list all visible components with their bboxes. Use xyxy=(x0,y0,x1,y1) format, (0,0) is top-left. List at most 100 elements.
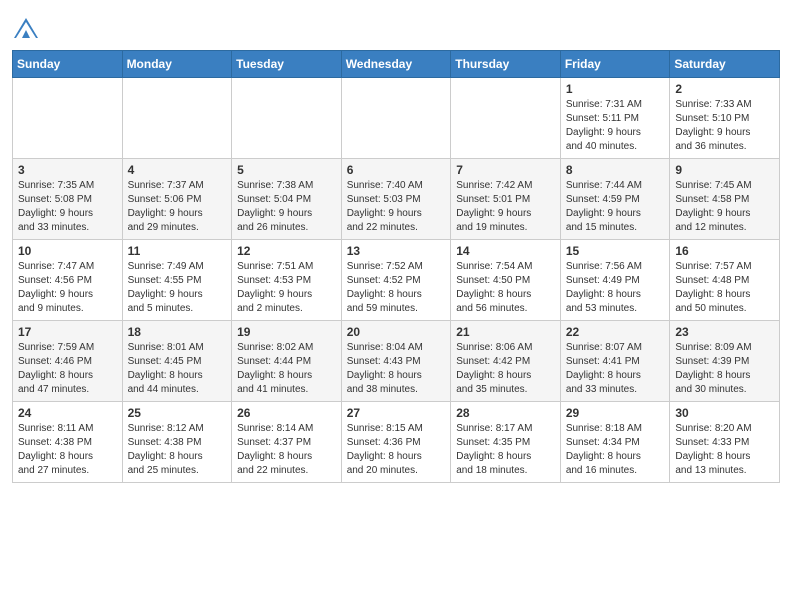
weekday-header-sunday: Sunday xyxy=(13,51,123,78)
calendar-cell xyxy=(451,78,561,159)
day-info: Sunrise: 7:52 AMSunset: 4:52 PMDaylight:… xyxy=(347,260,447,316)
day-info: Sunrise: 8:04 AMSunset: 4:43 PMDaylight:… xyxy=(347,341,447,397)
day-number: 22 xyxy=(566,325,666,339)
calendar-cell: 7 Sunrise: 7:42 AMSunset: 5:01 PMDaylight… xyxy=(451,159,561,240)
calendar-cell: 4 Sunrise: 7:37 AMSunset: 5:06 PMDaylight… xyxy=(122,159,232,240)
calendar-cell: 18Sunrise: 8:01 AMSunset: 4:45 PMDayligh… xyxy=(122,321,232,402)
calendar-cell: 14 Sunrise: 7:54 AMSunset: 4:50 PMDayligh… xyxy=(451,240,561,321)
logo xyxy=(12,14,42,44)
calendar-cell: 26 Sunrise: 8:14 AMSunset: 4:37 PMDayligh… xyxy=(232,402,342,483)
calendar-week-row: 24 Sunrise: 8:11 AMSunset: 4:38 PMDayligh… xyxy=(13,402,780,483)
day-number: 11 xyxy=(128,244,228,258)
day-number: 18 xyxy=(128,325,228,339)
day-number: 8 xyxy=(566,163,666,177)
calendar-cell: 10 Sunrise: 7:47 AMSunset: 4:56 PMDayligh… xyxy=(13,240,123,321)
day-number: 19 xyxy=(237,325,337,339)
day-number: 26 xyxy=(237,406,337,420)
day-info: Sunrise: 8:15 AMSunset: 4:36 PMDaylight:… xyxy=(347,422,447,478)
day-info: Sunrise: 8:12 AMSunset: 4:38 PMDaylight:… xyxy=(128,422,228,478)
header xyxy=(12,10,780,44)
day-number: 10 xyxy=(18,244,118,258)
calendar-week-row: 1 Sunrise: 7:31 AMSunset: 5:11 PMDaylight… xyxy=(13,78,780,159)
calendar-cell: 3Sunrise: 7:35 AMSunset: 5:08 PMDaylight… xyxy=(13,159,123,240)
calendar-cell: 28Sunrise: 8:17 AMSunset: 4:35 PMDayligh… xyxy=(451,402,561,483)
calendar-cell: 13 Sunrise: 7:52 AMSunset: 4:52 PMDayligh… xyxy=(341,240,451,321)
day-info: Sunrise: 8:06 AMSunset: 4:42 PMDaylight:… xyxy=(456,341,556,397)
day-number: 17 xyxy=(18,325,118,339)
day-info: Sunrise: 8:18 AMSunset: 4:34 PMDaylight:… xyxy=(566,422,666,478)
day-number: 30 xyxy=(675,406,775,420)
weekday-header-thursday: Thursday xyxy=(451,51,561,78)
day-info: Sunrise: 7:40 AMSunset: 5:03 PMDaylight:… xyxy=(347,179,447,235)
day-number: 15 xyxy=(566,244,666,258)
calendar-week-row: 10 Sunrise: 7:47 AMSunset: 4:56 PMDayligh… xyxy=(13,240,780,321)
day-number: 2 xyxy=(675,82,775,96)
day-info: Sunrise: 8:14 AMSunset: 4:37 PMDaylight:… xyxy=(237,422,337,478)
weekday-header-saturday: Saturday xyxy=(670,51,780,78)
calendar-cell: 24 Sunrise: 8:11 AMSunset: 4:38 PMDayligh… xyxy=(13,402,123,483)
day-number: 29 xyxy=(566,406,666,420)
calendar-cell: 27 Sunrise: 8:15 AMSunset: 4:36 PMDayligh… xyxy=(341,402,451,483)
calendar-cell: 21 Sunrise: 8:06 AMSunset: 4:42 PMDayligh… xyxy=(451,321,561,402)
day-info: Sunrise: 7:56 AMSunset: 4:49 PMDaylight:… xyxy=(566,260,666,316)
day-number: 7 xyxy=(456,163,556,177)
day-info: Sunrise: 8:20 AMSunset: 4:33 PMDaylight:… xyxy=(675,422,775,478)
weekday-header-tuesday: Tuesday xyxy=(232,51,342,78)
weekday-header-friday: Friday xyxy=(560,51,670,78)
day-number: 12 xyxy=(237,244,337,258)
day-info: Sunrise: 7:47 AMSunset: 4:56 PMDaylight:… xyxy=(18,260,118,316)
calendar-week-row: 17 Sunrise: 7:59 AMSunset: 4:46 PMDayligh… xyxy=(13,321,780,402)
day-info: Sunrise: 8:17 AMSunset: 4:35 PMDaylight:… xyxy=(456,422,556,478)
calendar-cell: 17 Sunrise: 7:59 AMSunset: 4:46 PMDayligh… xyxy=(13,321,123,402)
calendar-cell: 8 Sunrise: 7:44 AMSunset: 4:59 PMDaylight… xyxy=(560,159,670,240)
day-info: Sunrise: 7:31 AMSunset: 5:11 PMDaylight:… xyxy=(566,98,666,154)
day-number: 16 xyxy=(675,244,775,258)
day-number: 20 xyxy=(347,325,447,339)
day-number: 13 xyxy=(347,244,447,258)
day-info: Sunrise: 7:54 AMSunset: 4:50 PMDaylight:… xyxy=(456,260,556,316)
day-info: Sunrise: 8:07 AMSunset: 4:41 PMDaylight:… xyxy=(566,341,666,397)
day-info: Sunrise: 8:02 AMSunset: 4:44 PMDaylight:… xyxy=(237,341,337,397)
day-info: Sunrise: 7:44 AMSunset: 4:59 PMDaylight:… xyxy=(566,179,666,235)
calendar-cell: 9 Sunrise: 7:45 AMSunset: 4:58 PMDaylight… xyxy=(670,159,780,240)
day-number: 27 xyxy=(347,406,447,420)
day-number: 9 xyxy=(675,163,775,177)
calendar-cell: 5 Sunrise: 7:38 AMSunset: 5:04 PMDaylight… xyxy=(232,159,342,240)
calendar-cell: 19 Sunrise: 8:02 AMSunset: 4:44 PMDayligh… xyxy=(232,321,342,402)
day-info: Sunrise: 8:11 AMSunset: 4:38 PMDaylight:… xyxy=(18,422,118,478)
logo-icon xyxy=(12,16,40,44)
day-number: 14 xyxy=(456,244,556,258)
day-number: 5 xyxy=(237,163,337,177)
day-number: 4 xyxy=(128,163,228,177)
calendar-cell: 2 Sunrise: 7:33 AMSunset: 5:10 PMDaylight… xyxy=(670,78,780,159)
calendar-cell: 29 Sunrise: 8:18 AMSunset: 4:34 PMDayligh… xyxy=(560,402,670,483)
calendar-cell: 20 Sunrise: 8:04 AMSunset: 4:43 PMDayligh… xyxy=(341,321,451,402)
calendar-cell: 16 Sunrise: 7:57 AMSunset: 4:48 PMDayligh… xyxy=(670,240,780,321)
weekday-header-wednesday: Wednesday xyxy=(341,51,451,78)
calendar-cell xyxy=(13,78,123,159)
day-info: Sunrise: 7:45 AMSunset: 4:58 PMDaylight:… xyxy=(675,179,775,235)
calendar-week-row: 3Sunrise: 7:35 AMSunset: 5:08 PMDaylight… xyxy=(13,159,780,240)
calendar-cell: 30 Sunrise: 8:20 AMSunset: 4:33 PMDayligh… xyxy=(670,402,780,483)
day-info: Sunrise: 7:42 AMSunset: 5:01 PMDaylight:… xyxy=(456,179,556,235)
day-info: Sunrise: 7:33 AMSunset: 5:10 PMDaylight:… xyxy=(675,98,775,154)
calendar-cell xyxy=(341,78,451,159)
calendar-cell: 23Sunrise: 8:09 AMSunset: 4:39 PMDayligh… xyxy=(670,321,780,402)
calendar-cell xyxy=(122,78,232,159)
calendar-cell xyxy=(232,78,342,159)
calendar-table: SundayMondayTuesdayWednesdayThursdayFrid… xyxy=(12,50,780,483)
day-number: 24 xyxy=(18,406,118,420)
day-number: 1 xyxy=(566,82,666,96)
calendar-cell: 15 Sunrise: 7:56 AMSunset: 4:49 PMDayligh… xyxy=(560,240,670,321)
calendar-cell: 25 Sunrise: 8:12 AMSunset: 4:38 PMDayligh… xyxy=(122,402,232,483)
calendar-cell: 11Sunrise: 7:49 AMSunset: 4:55 PMDayligh… xyxy=(122,240,232,321)
day-info: Sunrise: 7:57 AMSunset: 4:48 PMDaylight:… xyxy=(675,260,775,316)
day-number: 25 xyxy=(128,406,228,420)
day-info: Sunrise: 8:09 AMSunset: 4:39 PMDaylight:… xyxy=(675,341,775,397)
day-info: Sunrise: 7:59 AMSunset: 4:46 PMDaylight:… xyxy=(18,341,118,397)
day-info: Sunrise: 7:37 AMSunset: 5:06 PMDaylight:… xyxy=(128,179,228,235)
calendar-cell: 12Sunrise: 7:51 AMSunset: 4:53 PMDayligh… xyxy=(232,240,342,321)
calendar-cell: 1 Sunrise: 7:31 AMSunset: 5:11 PMDaylight… xyxy=(560,78,670,159)
day-number: 21 xyxy=(456,325,556,339)
day-info: Sunrise: 7:38 AMSunset: 5:04 PMDaylight:… xyxy=(237,179,337,235)
